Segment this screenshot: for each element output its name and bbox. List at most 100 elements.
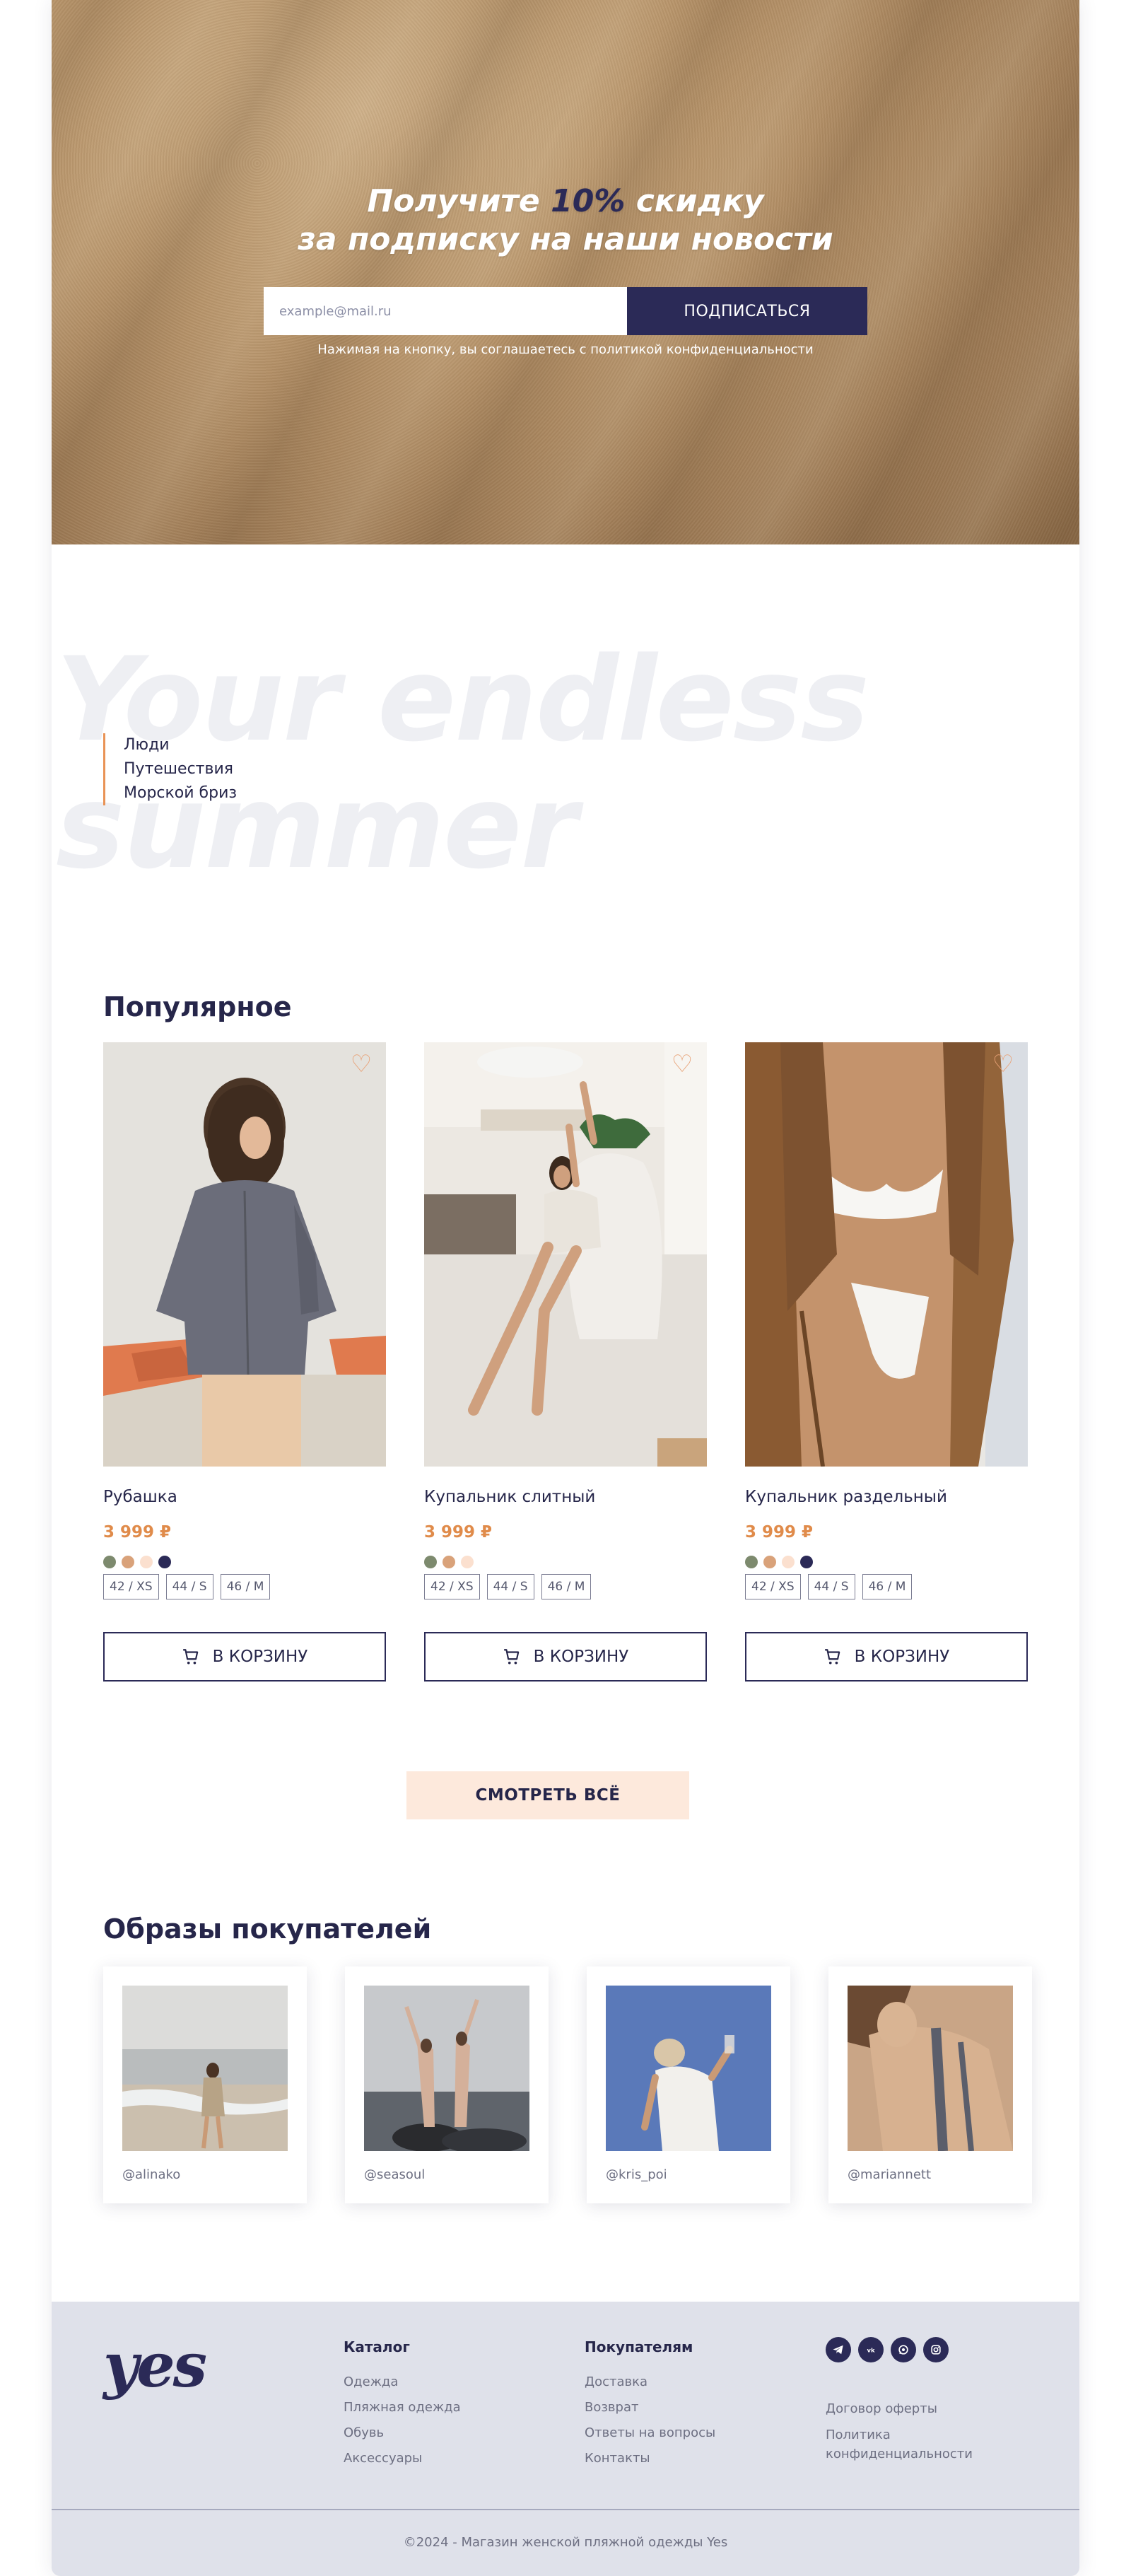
look-photo — [122, 1986, 288, 2151]
look-handle[interactable]: @alinako — [122, 2167, 180, 2182]
footer-link[interactable]: Одежда — [344, 2370, 461, 2395]
shirt-photo — [103, 1042, 386, 1467]
look-card[interactable]: @seasoul — [345, 1966, 549, 2203]
discount-accent: 10% — [551, 183, 626, 219]
beach-look-photo — [122, 1986, 288, 2151]
subscribe-title-line2: за подписку на наши новости — [298, 221, 833, 257]
product-price: 3 999 ₽ — [103, 1523, 172, 1541]
size-options: 42 / XS 44 / S 46 / M — [745, 1574, 913, 1599]
view-all-button[interactable]: СМОТРЕТЬ ВСЁ — [406, 1771, 689, 1819]
size-option[interactable]: 42 / XS — [745, 1574, 801, 1599]
whatsapp-icon[interactable] — [891, 2337, 916, 2362]
add-to-cart-button[interactable]: В КОРЗИНУ — [103, 1632, 386, 1682]
color-swatches — [103, 1556, 171, 1568]
product-card: ♡ Купальник слитный 3 999 ₽ 42 / XS 44 /… — [424, 1042, 707, 1682]
sky-swimsuit-photo — [606, 1986, 771, 2151]
footer-link[interactable]: Обувь — [344, 2420, 461, 2446]
vk-icon[interactable]: vk — [858, 2337, 884, 2362]
favorite-heart-icon[interactable]: ♡ — [991, 1052, 1015, 1076]
size-option[interactable]: 46 / M — [862, 1574, 913, 1599]
color-swatch[interactable] — [158, 1556, 171, 1568]
product-card: ♡ Купальник раздельный 3 999 ₽ 42 / XS 4… — [745, 1042, 1028, 1682]
back-swimsuit-photo — [848, 1986, 1013, 2151]
favorite-heart-icon[interactable]: ♡ — [670, 1052, 694, 1076]
color-swatch[interactable] — [443, 1556, 455, 1568]
copyright: ©2024 - Магазин женской пляжной одежды Y… — [403, 2535, 728, 2550]
footer: yes Каталог Одежда Пляжная одежда Обувь … — [52, 2302, 1079, 2576]
footer-link[interactable]: Аксессуары — [344, 2446, 461, 2471]
look-photo — [848, 1986, 1013, 2151]
cart-icon — [503, 1649, 519, 1665]
color-swatch[interactable] — [122, 1556, 134, 1568]
sea-rocks-photo — [364, 1986, 529, 2151]
size-option[interactable]: 42 / XS — [424, 1574, 480, 1599]
looks-title: Образы покупателей — [103, 1913, 432, 1945]
telegram-icon[interactable] — [826, 2337, 851, 2362]
size-option[interactable]: 42 / XS — [103, 1574, 159, 1599]
footer-link[interactable]: Возврат — [585, 2395, 715, 2420]
color-swatch[interactable] — [763, 1556, 776, 1568]
subscribe-title-text-end: скидку — [625, 183, 764, 219]
color-swatch[interactable] — [461, 1556, 474, 1568]
instagram-icon[interactable] — [923, 2337, 949, 2362]
add-to-cart-label: В КОРЗИНУ — [854, 1648, 950, 1666]
product-name[interactable]: Рубашка — [103, 1488, 177, 1506]
look-card[interactable]: @alinako — [103, 1966, 307, 2203]
tagline-item: Люди — [124, 736, 170, 754]
email-input[interactable]: example@mail.ru — [264, 287, 627, 335]
privacy-note: Нажимая на кнопку, вы соглашаетесь с пол… — [317, 342, 814, 357]
subscribe-title: Получите 10% скидку за подписку на наши … — [52, 182, 1079, 259]
size-options: 42 / XS 44 / S 46 / M — [103, 1574, 271, 1599]
tagline-item: Морской бриз — [124, 784, 238, 802]
popular-title: Популярное — [103, 991, 292, 1022]
color-swatch[interactable] — [140, 1556, 153, 1568]
footer-catalog-column: Каталог Одежда Пляжная одежда Обувь Аксе… — [344, 2338, 461, 2471]
offer-agreement-link[interactable]: Договор оферты — [826, 2399, 973, 2418]
look-photo — [364, 1986, 529, 2151]
look-card[interactable]: @kris_poi — [587, 1966, 790, 2203]
add-to-cart-button[interactable]: В КОРЗИНУ — [745, 1632, 1028, 1682]
product-price: 3 999 ₽ — [424, 1523, 493, 1541]
privacy-policy-link[interactable]: Политика — [826, 2425, 973, 2444]
tagline-item: Путешествия — [124, 760, 233, 778]
footer-link[interactable]: Доставка — [585, 2370, 715, 2395]
size-option[interactable]: 44 / S — [807, 1574, 855, 1599]
footer-link[interactable]: Пляжная одежда — [344, 2395, 461, 2420]
footer-legal-links: Договор оферты Политика конфиденциальнос… — [826, 2399, 973, 2464]
svg-text:vk: vk — [867, 2346, 875, 2353]
look-handle[interactable]: @mariannett — [848, 2167, 931, 2182]
look-photo — [606, 1986, 771, 2151]
size-option[interactable]: 44 / S — [486, 1574, 534, 1599]
product-card: ♡ Рубашка 3 999 ₽ 42 / XS 44 / S 46 / M … — [103, 1042, 386, 1682]
color-swatch[interactable] — [782, 1556, 795, 1568]
subscribe-button[interactable]: ПОДПИСАТЬСЯ — [627, 287, 867, 335]
size-option[interactable]: 46 / M — [220, 1574, 271, 1599]
footer-customers-column: Покупателям Доставка Возврат Ответы на в… — [585, 2338, 715, 2471]
product-name[interactable]: Купальник слитный — [424, 1488, 595, 1506]
bikini-photo — [745, 1042, 1028, 1467]
look-card[interactable]: @mariannett — [828, 1966, 1032, 2203]
footer-link[interactable]: Ответы на вопросы — [585, 2420, 715, 2446]
color-swatch[interactable] — [424, 1556, 437, 1568]
privacy-policy-link-line2[interactable]: конфиденциальности — [826, 2444, 973, 2464]
look-handle[interactable]: @seasoul — [364, 2167, 425, 2182]
size-option[interactable]: 44 / S — [165, 1574, 213, 1599]
one-piece-swimsuit-photo — [424, 1042, 707, 1467]
page: Получите 10% скидку за подписку на наши … — [52, 0, 1079, 2576]
footer-logo[interactable]: yes — [103, 2330, 207, 2401]
color-swatch[interactable] — [103, 1556, 116, 1568]
color-swatch[interactable] — [745, 1556, 758, 1568]
add-to-cart-button[interactable]: В КОРЗИНУ — [424, 1632, 707, 1682]
footer-link[interactable]: Контакты — [585, 2446, 715, 2471]
favorite-heart-icon[interactable]: ♡ — [349, 1052, 373, 1076]
subscribe-banner: Получите 10% скидку за подписку на наши … — [52, 0, 1079, 544]
product-photo[interactable]: ♡ — [424, 1042, 707, 1467]
footer-customers-title: Покупателям — [585, 2338, 693, 2355]
look-handle[interactable]: @kris_poi — [606, 2167, 667, 2182]
product-name[interactable]: Купальник раздельный — [745, 1488, 947, 1506]
product-photo[interactable]: ♡ — [745, 1042, 1028, 1467]
product-photo[interactable]: ♡ — [103, 1042, 386, 1467]
subscribe-title-text: Получите — [367, 183, 551, 219]
color-swatch[interactable] — [800, 1556, 813, 1568]
size-option[interactable]: 46 / M — [541, 1574, 592, 1599]
